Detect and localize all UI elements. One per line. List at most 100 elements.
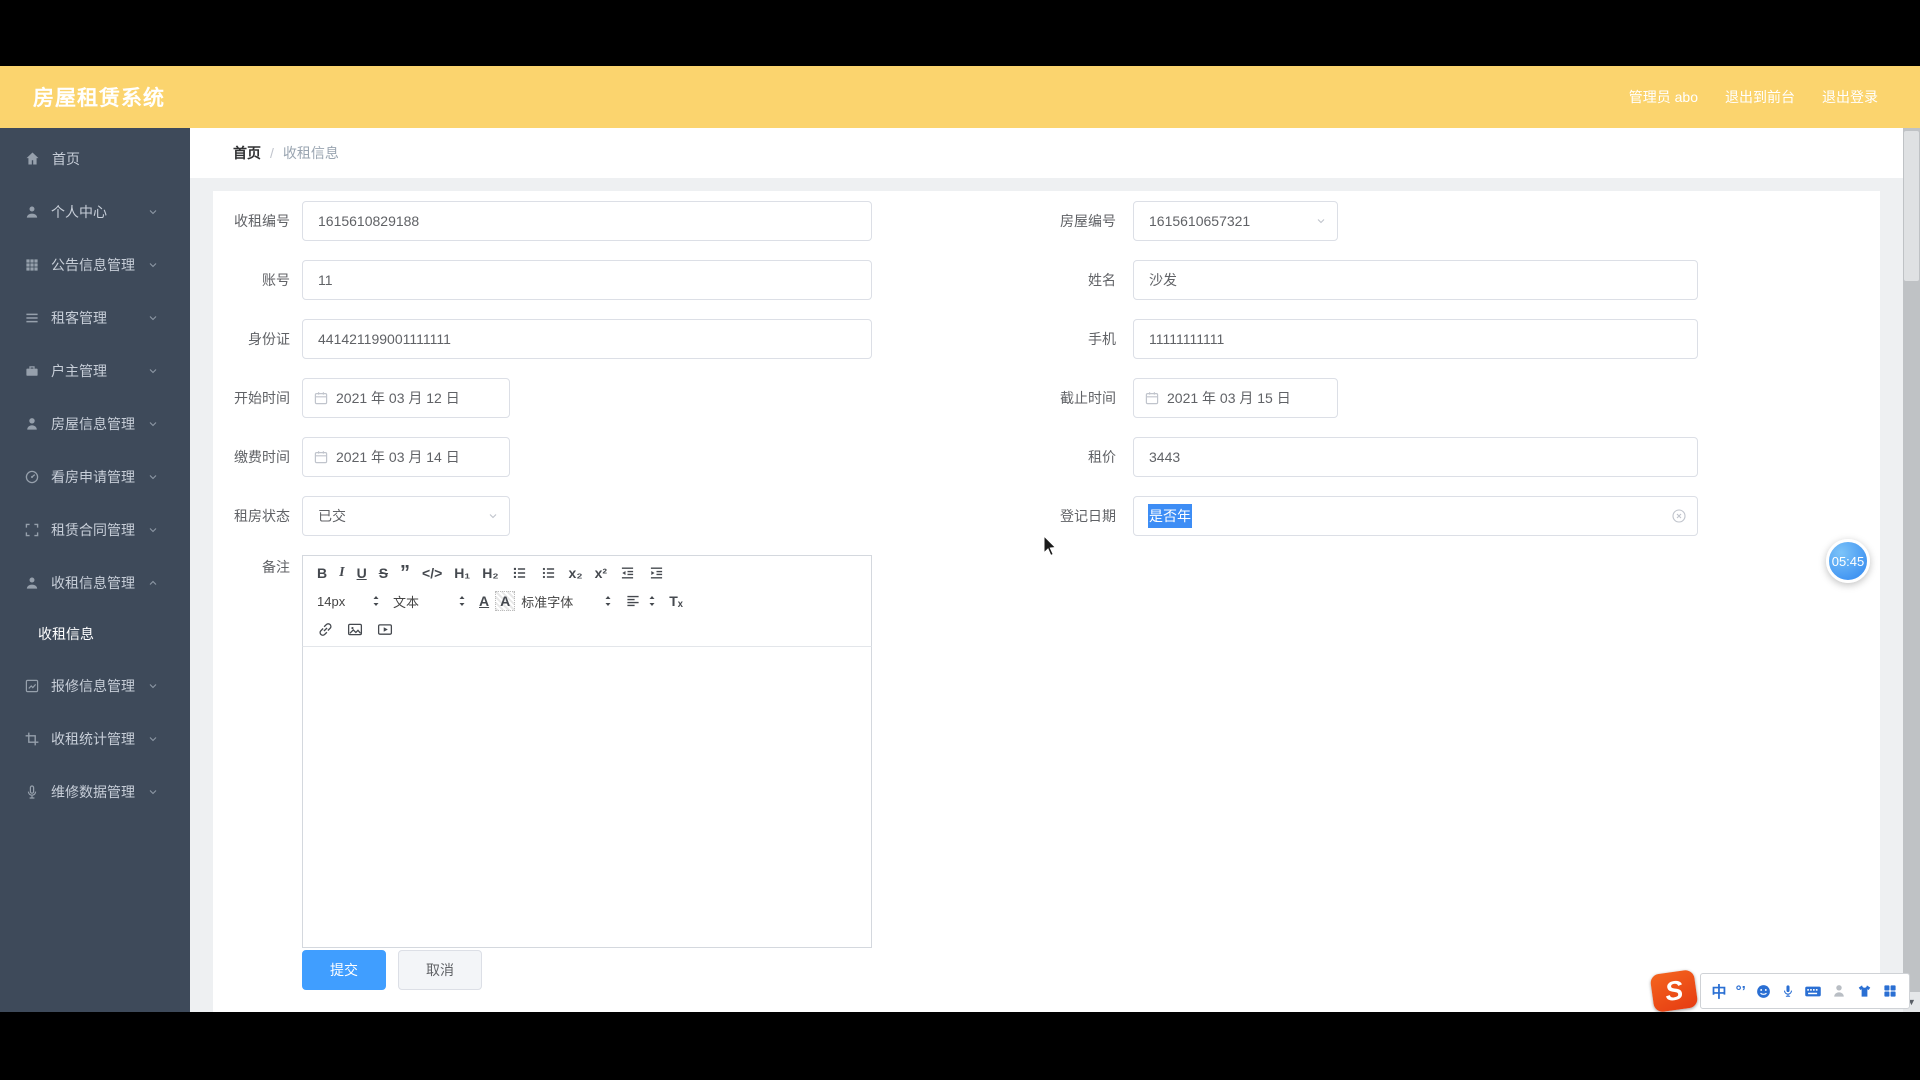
calendar-icon <box>1144 390 1160 406</box>
rent-id-input[interactable]: 1615610829188 <box>302 201 872 241</box>
ime-emoji-icon[interactable] <box>1755 983 1772 1000</box>
ime-voice-icon[interactable] <box>1781 983 1795 999</box>
sidebar-item-6[interactable]: 看房申请管理 <box>0 450 190 503</box>
register-date-label: 登记日期 <box>1060 508 1116 524</box>
ime-punctuation-icon[interactable]: °’ <box>1736 983 1746 1000</box>
id-card-input[interactable]: 441421199001111111 <box>302 319 872 359</box>
account-input[interactable]: 11 <box>302 260 872 300</box>
ime-skin-icon[interactable] <box>1856 983 1873 999</box>
updown-arrows-icon <box>603 594 613 608</box>
sidebar-item-label: 户主管理 <box>51 362 107 379</box>
sidebar-item-9[interactable]: 报修信息管理 <box>0 659 190 712</box>
sidebar-item-2[interactable]: 公告信息管理 <box>0 238 190 291</box>
house-id-select[interactable]: 1615610657321 <box>1133 201 1338 241</box>
sidebar-item-1[interactable]: 个人中心 <box>0 185 190 238</box>
sidebar-item-label: 租客管理 <box>51 309 107 326</box>
sidebar-item-3[interactable]: 租客管理 <box>0 291 190 344</box>
tenant-name-input[interactable]: 沙发 <box>1133 260 1698 300</box>
register-date-selected-text: 是否年 <box>1148 504 1192 528</box>
toolbar-size[interactable]: 14px <box>311 589 387 613</box>
sidebar-item-11[interactable]: 维修数据管理 <box>0 765 190 818</box>
app-header: 房屋租赁系统 管理员 abo 退出到前台 退出登录 <box>0 66 1920 128</box>
header-link-logout[interactable]: 退出登录 <box>1822 87 1878 107</box>
toolbar-header-2[interactable]: H₂ <box>476 561 504 585</box>
toolbar-outdent[interactable] <box>613 561 642 585</box>
ime-chinese-mode-icon[interactable]: 中 <box>1712 981 1727 1002</box>
end-time-date-picker[interactable]: 2021 年 03 月 15 日 <box>1133 378 1338 418</box>
toolbar-font[interactable]: 标准字体 <box>515 589 619 613</box>
toolbar-link[interactable] <box>311 617 340 641</box>
toolbar-image[interactable] <box>340 617 370 641</box>
form-row-5: 租房状态 已交 登记日期 是否年 <box>213 496 1880 536</box>
toolbar-bold[interactable]: B <box>311 561 333 585</box>
letterbox-bottom <box>0 1012 1920 1080</box>
register-date-input[interactable]: 是否年 <box>1133 496 1698 536</box>
style-glyph: 文本 <box>393 594 420 610</box>
start-time-value: 2021 年 03 月 12 日 <box>336 390 460 406</box>
ime-keyboard-icon[interactable] <box>1804 984 1822 999</box>
start-time-label: 开始时间 <box>234 390 290 406</box>
chevron-down-icon <box>1315 215 1327 227</box>
form-row-0: 收租编号 1615610829188 房屋编号 1615610657321 <box>213 201 1880 241</box>
chevron-down-icon <box>147 418 159 430</box>
chevron-up-icon <box>147 577 159 589</box>
chevron-down-icon <box>147 471 159 483</box>
breadcrumb-item-1: 收租信息 <box>282 145 339 161</box>
home-icon <box>24 150 41 167</box>
editor-content[interactable] <box>302 647 872 948</box>
underline-glyph: U <box>356 565 367 581</box>
ime-account-icon[interactable] <box>1831 983 1847 999</box>
toolbar-list-bullet[interactable] <box>534 561 563 585</box>
toolbar-color[interactable]: A <box>473 589 495 613</box>
sidebar-item-4[interactable]: 户主管理 <box>0 344 190 397</box>
crop-icon <box>24 731 40 747</box>
toolbar-background[interactable]: A <box>495 591 516 611</box>
toolbar-italic[interactable]: I <box>333 561 350 585</box>
subscript-glyph: x₂ <box>568 565 583 581</box>
clear-icon[interactable] <box>1671 508 1687 524</box>
header-link-admin[interactable]: 管理员 abo <box>1629 87 1698 107</box>
pay-time-date-picker[interactable]: 2021 年 03 月 14 日 <box>302 437 510 477</box>
sogou-logo-icon[interactable]: S <box>1649 969 1699 1013</box>
scrollbar-thumb[interactable] <box>1904 131 1919 281</box>
color-glyph: A <box>479 593 490 609</box>
recording-timer-badge[interactable]: 05:45 <box>1826 539 1870 583</box>
toolbar-strike[interactable]: S <box>373 561 394 585</box>
sidebar-item-8[interactable]: 收租信息管理 <box>0 556 190 609</box>
toolbar-indent[interactable] <box>642 561 671 585</box>
toolbar-blockquote[interactable]: ” <box>394 561 416 585</box>
phone-value: 11111111111 <box>1149 331 1225 347</box>
toolbar-align[interactable] <box>619 589 663 613</box>
sidebar-item-label: 房屋信息管理 <box>51 415 135 432</box>
submit-button[interactable]: 提交 <box>302 950 386 990</box>
field-house-id: 房屋编号 1615610657321 <box>1020 201 1338 241</box>
sidebar-item-5[interactable]: 房屋信息管理 <box>0 397 190 450</box>
toolbar-header-1[interactable]: H₁ <box>448 561 476 585</box>
toolbar-style[interactable]: 文本 <box>387 589 473 613</box>
breadcrumb-item-0[interactable]: 首页 <box>233 143 261 163</box>
phone-input[interactable]: 11111111111 <box>1133 319 1698 359</box>
account-label: 账号 <box>262 272 290 288</box>
toolbar-clean[interactable]: Tₓ <box>663 589 689 613</box>
vertical-scrollbar[interactable]: ▼ <box>1903 128 1920 1012</box>
sidebar-item-0[interactable]: 首页 <box>0 132 190 185</box>
start-time-date-picker[interactable]: 2021 年 03 月 12 日 <box>302 378 510 418</box>
cancel-button[interactable]: 取消 <box>398 950 482 990</box>
ime-toolbox-icon[interactable] <box>1882 983 1898 999</box>
toolbar-underline[interactable]: U <box>351 561 373 585</box>
toolbar-list-ordered[interactable] <box>505 561 534 585</box>
indent-icon <box>648 565 665 581</box>
rent-price-input[interactable]: 3443 <box>1133 437 1698 477</box>
toolbar-subscript[interactable]: x₂ <box>563 561 589 585</box>
person-icon <box>24 416 40 432</box>
rent-status-select[interactable]: 已交 <box>302 496 510 536</box>
sidebar-subitem-active[interactable]: 收租信息 <box>0 609 190 659</box>
header-link-back-to-front[interactable]: 退出到前台 <box>1725 87 1795 107</box>
chevron-down-icon <box>147 524 159 536</box>
sidebar-item-7[interactable]: 租赁合同管理 <box>0 503 190 556</box>
sidebar-item-10[interactable]: 收租统计管理 <box>0 712 190 765</box>
toolbar-code[interactable]: </> <box>416 561 448 585</box>
toolbar-superscript[interactable]: x² <box>589 561 613 585</box>
field-rent-id: 收租编号 1615610829188 <box>213 201 872 241</box>
toolbar-video[interactable] <box>370 617 400 641</box>
